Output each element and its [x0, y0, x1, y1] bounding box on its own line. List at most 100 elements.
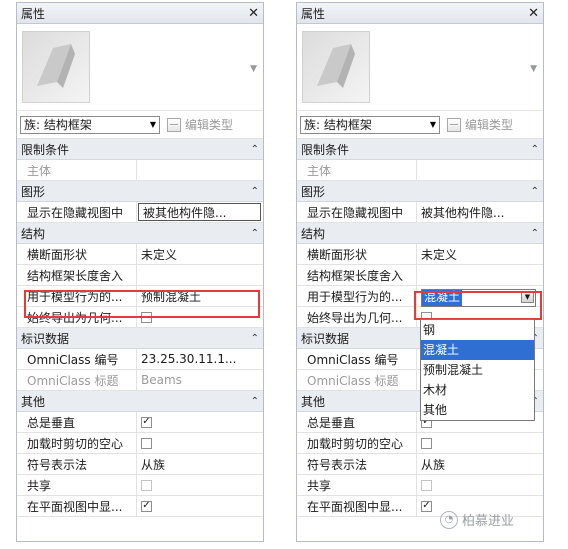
property-value[interactable]: 被其他构件隐...: [138, 203, 261, 221]
property-name: 在平面视图中显...: [17, 496, 137, 516]
row-always-vertical[interactable]: 总是垂直 ✓: [17, 412, 263, 433]
edit-type-button[interactable]: 编辑类型: [167, 116, 233, 133]
collapse-icon[interactable]: ⌃: [251, 396, 259, 407]
dropdown-option[interactable]: 钢: [421, 320, 534, 340]
row-section-shape[interactable]: 横断面形状 未定义: [17, 244, 263, 265]
material-dropdown-list[interactable]: 钢 混凝土 预制混凝土 木材 其他: [420, 319, 535, 421]
row-show-hidden[interactable]: 显示在隐藏视图中 被其他构件隐...: [297, 202, 543, 223]
collapse-icon[interactable]: ⌃: [531, 186, 539, 197]
panel-titlebar: 属性 ✕: [297, 3, 543, 24]
property-name: 结构框架长度舍入: [297, 265, 417, 285]
panel-title: 属性: [301, 6, 326, 21]
category-identity[interactable]: 标识数据 ⌃: [17, 328, 263, 349]
row-shared[interactable]: 共享: [17, 475, 263, 496]
row-model-material[interactable]: 用于模型行为的... 混凝土 ▼: [297, 286, 543, 307]
row-omniclass-number[interactable]: OmniClass 编号 23.25.30.11.1...: [17, 349, 263, 370]
property-value[interactable]: [417, 265, 543, 285]
property-value: [137, 160, 263, 180]
row-frame-length-rounding[interactable]: 结构框架长度舍入: [297, 265, 543, 286]
category-structure[interactable]: 结构 ⌃: [297, 223, 543, 244]
property-name: 用于模型行为的...: [297, 286, 417, 306]
property-value[interactable]: 从族: [417, 454, 543, 474]
type-selector-row: 族: 结构框架 ▼ 编辑类型: [17, 111, 263, 139]
property-value[interactable]: 未定义: [137, 244, 263, 264]
property-name: 符号表示法: [297, 454, 417, 474]
property-name: 在平面视图中显...: [297, 496, 417, 516]
beam-preview-icon: [302, 31, 370, 103]
category-structure[interactable]: 结构 ⌃: [17, 223, 263, 244]
dropdown-option[interactable]: 木材: [421, 380, 534, 400]
category-label: 标识数据: [21, 331, 70, 346]
category-constraints[interactable]: 限制条件 ⌃: [17, 139, 263, 160]
property-value[interactable]: 从族: [137, 454, 263, 474]
family-type-select[interactable]: 族: 结构框架 ▼: [20, 115, 160, 134]
property-name: 显示在隐藏视图中: [297, 202, 417, 222]
category-label: 其他: [21, 394, 46, 409]
collapse-icon[interactable]: ⌃: [251, 228, 259, 239]
dropdown-option[interactable]: 预制混凝土: [421, 360, 534, 380]
dropdown-option-selected[interactable]: 混凝土: [421, 340, 534, 360]
property-name: 总是垂直: [17, 412, 137, 432]
properties-panel-right: 属性 ✕ ▼ 族: 结构框架 ▼ 编辑类型 限制条件 ⌃ 主体 图形 ⌃ 显示在隐藏…: [296, 2, 544, 542]
checkbox[interactable]: ✓: [141, 416, 152, 428]
property-value[interactable]: 被其他构件隐...: [417, 202, 543, 222]
category-constraints[interactable]: 限制条件 ⌃: [297, 139, 543, 160]
property-value: Beams: [141, 373, 182, 387]
checkbox[interactable]: ✓: [141, 500, 152, 512]
row-show-in-plan[interactable]: 在平面视图中显... ✓: [17, 496, 263, 517]
property-name: 横断面形状: [17, 244, 137, 264]
close-icon[interactable]: ✕: [248, 6, 259, 21]
wechat-icon: ◔: [440, 510, 458, 529]
chevron-down-icon[interactable]: ▼: [250, 64, 257, 74]
checkbox[interactable]: [141, 437, 152, 449]
property-value[interactable]: 23.25.30.11.1...: [137, 349, 263, 369]
chevron-down-icon[interactable]: ▼: [521, 291, 534, 303]
property-name: 符号表示法: [17, 454, 137, 474]
row-section-shape[interactable]: 横断面形状 未定义: [297, 244, 543, 265]
close-icon[interactable]: ✕: [528, 6, 539, 21]
property-value[interactable]: [137, 265, 263, 285]
category-label: 限制条件: [21, 142, 70, 157]
property-name: 始终导出为几何...: [17, 307, 137, 327]
row-cut-void-on-load[interactable]: 加载时剪切的空心: [297, 433, 543, 454]
row-model-material[interactable]: 用于模型行为的... 预制混凝土: [17, 286, 263, 307]
chevron-down-icon: ▼: [429, 120, 436, 129]
family-type-label: 族: 结构框架: [304, 118, 372, 132]
panel-title: 属性: [21, 6, 46, 21]
collapse-icon[interactable]: ⌃: [251, 144, 259, 155]
row-always-export[interactable]: 始终导出为几何...: [17, 307, 263, 328]
category-label: 结构: [301, 226, 326, 241]
collapse-icon[interactable]: ⌃: [531, 228, 539, 239]
row-show-hidden[interactable]: 显示在隐藏视图中 被其他构件隐...: [17, 202, 263, 223]
row-symbol-rep[interactable]: 符号表示法 从族: [17, 454, 263, 475]
chevron-down-icon[interactable]: ▼: [530, 64, 537, 74]
category-graphics[interactable]: 图形 ⌃: [17, 181, 263, 202]
property-value[interactable]: 未定义: [417, 244, 543, 264]
row-cut-void-on-load[interactable]: 加载时剪切的空心: [17, 433, 263, 454]
collapse-icon[interactable]: ⌃: [251, 186, 259, 197]
property-name: 显示在隐藏视图中: [17, 202, 137, 222]
checkbox[interactable]: [141, 311, 152, 323]
category-graphics[interactable]: 图形 ⌃: [297, 181, 543, 202]
property-name: 总是垂直: [297, 412, 417, 432]
row-symbol-rep[interactable]: 符号表示法 从族: [297, 454, 543, 475]
family-type-label: 族: 结构框架: [24, 118, 92, 132]
checkbox: [421, 479, 432, 491]
property-name: 加载时剪切的空心: [297, 433, 417, 453]
edit-type-button[interactable]: 编辑类型: [447, 116, 513, 133]
category-other[interactable]: 其他 ⌃: [17, 391, 263, 412]
watermark: ◔ 柏慕进业: [440, 510, 514, 529]
row-shared[interactable]: 共享: [297, 475, 543, 496]
chevron-down-icon: ▼: [149, 120, 156, 129]
dropdown-option[interactable]: 其他: [421, 400, 534, 420]
row-frame-length-rounding[interactable]: 结构框架长度舍入: [17, 265, 263, 286]
category-label: 图形: [21, 184, 46, 199]
property-value[interactable]: 预制混凝土: [137, 286, 263, 306]
checkbox[interactable]: ✓: [421, 500, 432, 512]
edit-type-icon: [167, 117, 181, 132]
family-type-select[interactable]: 族: 结构框架 ▼: [300, 115, 440, 134]
collapse-icon[interactable]: ⌃: [531, 144, 539, 155]
collapse-icon[interactable]: ⌃: [251, 333, 259, 344]
checkbox[interactable]: [421, 437, 432, 449]
material-dropdown-input[interactable]: 混凝土 ▼: [421, 289, 536, 307]
